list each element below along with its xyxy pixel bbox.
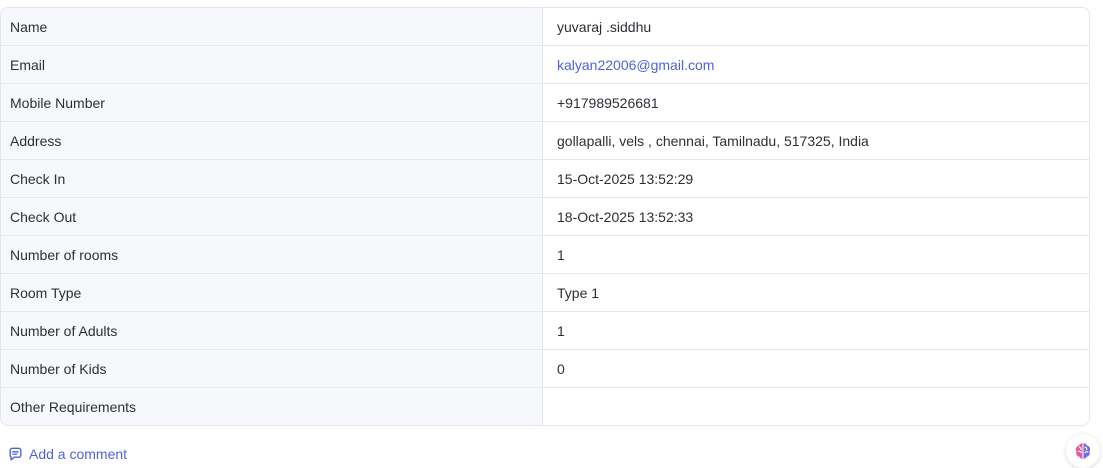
detail-value-number-of-kids: 0 <box>543 350 1089 387</box>
detail-row-name: Name yuvaraj .siddhu <box>1 8 1089 46</box>
detail-label-check-out: Check Out <box>1 198 543 235</box>
detail-row-address: Address gollapalli, vels , chennai, Tami… <box>1 122 1089 160</box>
detail-label-mobile-number: Mobile Number <box>1 84 543 121</box>
record-details-page: Name yuvaraj .siddhu Email kalyan22006@g… <box>0 0 1103 468</box>
detail-value-name: yuvaraj .siddhu <box>543 8 1089 45</box>
detail-value-number-of-adults: 1 <box>543 312 1089 349</box>
ai-assistant-launcher[interactable] <box>1066 434 1100 468</box>
detail-label-number-of-adults: Number of Adults <box>1 312 543 349</box>
detail-label-number-of-rooms: Number of rooms <box>1 236 543 273</box>
detail-value-number-of-rooms: 1 <box>543 236 1089 273</box>
detail-label-check-in: Check In <box>1 160 543 197</box>
detail-row-check-out: Check Out 18-Oct-2025 13:52:33 <box>1 198 1089 236</box>
detail-row-number-of-rooms: Number of rooms 1 <box>1 236 1089 274</box>
detail-label-room-type: Room Type <box>1 274 543 311</box>
detail-value-other-requirements <box>543 388 1089 425</box>
detail-value-mobile-number: +917989526681 <box>543 84 1089 121</box>
detail-row-check-in: Check In 15-Oct-2025 13:52:29 <box>1 160 1089 198</box>
add-comment-button[interactable]: Add a comment <box>8 446 127 462</box>
add-comment-label: Add a comment <box>29 446 128 462</box>
detail-value-room-type: Type 1 <box>543 274 1089 311</box>
detail-label-other-requirements: Other Requirements <box>1 388 543 425</box>
detail-row-number-of-kids: Number of Kids 0 <box>1 350 1089 388</box>
email-link[interactable]: kalyan22006@gmail.com <box>557 57 714 73</box>
comment-icon <box>8 447 23 462</box>
detail-row-room-type: Room Type Type 1 <box>1 274 1089 312</box>
detail-row-number-of-adults: Number of Adults 1 <box>1 312 1089 350</box>
detail-value-address: gollapalli, vels , chennai, Tamilnadu, 5… <box>543 122 1089 159</box>
detail-label-name: Name <box>1 8 543 45</box>
detail-label-address: Address <box>1 122 543 159</box>
detail-row-email: Email kalyan22006@gmail.com <box>1 46 1089 84</box>
detail-value-check-in: 15-Oct-2025 13:52:29 <box>543 160 1089 197</box>
detail-value-email-cell: kalyan22006@gmail.com <box>543 46 1089 83</box>
ai-assistant-icon <box>1073 441 1093 461</box>
details-table: Name yuvaraj .siddhu Email kalyan22006@g… <box>0 7 1090 426</box>
detail-label-number-of-kids: Number of Kids <box>1 350 543 387</box>
detail-row-mobile-number: Mobile Number +917989526681 <box>1 84 1089 122</box>
detail-row-other-requirements: Other Requirements <box>1 388 1089 425</box>
detail-value-check-out: 18-Oct-2025 13:52:33 <box>543 198 1089 235</box>
detail-label-email: Email <box>1 46 543 83</box>
